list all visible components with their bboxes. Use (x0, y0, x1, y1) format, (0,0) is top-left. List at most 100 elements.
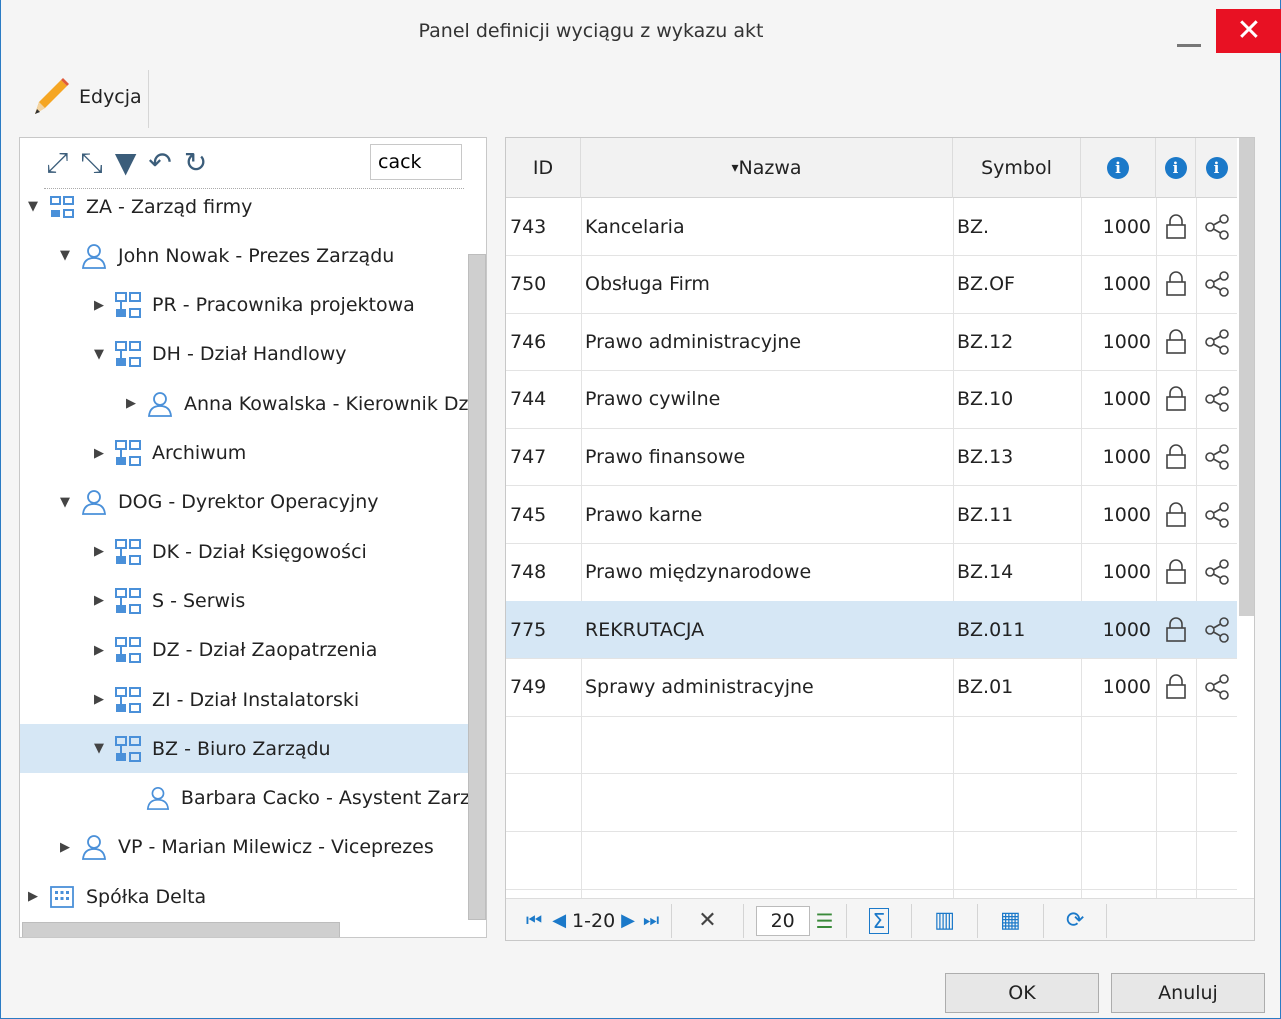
collapsed-arrow-icon[interactable]: ▶ (26, 889, 40, 904)
lock-icon[interactable] (1159, 198, 1193, 255)
lock-icon[interactable] (1159, 371, 1193, 428)
tree-search-input[interactable] (370, 144, 462, 180)
tree-node[interactable]: ▼ DH - Dział Handlowy (20, 330, 470, 379)
share-icon[interactable] (1198, 601, 1236, 658)
lock-icon[interactable] (1159, 601, 1193, 658)
collapsed-arrow-icon[interactable]: ▶ (124, 396, 138, 411)
tree-node[interactable]: ▶ Spółka Delta (20, 872, 470, 921)
lock-icon[interactable] (1159, 313, 1193, 370)
cell-value: 1000 (1102, 330, 1151, 353)
table-row[interactable]: 748 Prawo międzynarodowe BZ.14 1000 (506, 544, 1237, 602)
share-icon[interactable] (1198, 486, 1236, 543)
tree-node[interactable]: ▼ DOG - Dyrektor Operacyjny (20, 478, 470, 527)
grid-vertical-scrollbar[interactable] (1239, 138, 1254, 616)
org-unit-icon (114, 340, 142, 368)
rows-settings-icon[interactable]: ☰ (816, 909, 834, 933)
column-header-symbol[interactable]: Symbol (953, 138, 1081, 198)
lock-icon[interactable] (1159, 544, 1193, 601)
edit-button[interactable]: Edycja (27, 74, 142, 120)
calendar-icon[interactable]: ▦ (1000, 908, 1021, 933)
tree-node[interactable]: ▶ DZ - Dział Zaopatrzenia (20, 626, 470, 675)
tree-node[interactable]: ▼ ZA - Zarząd firmy (20, 182, 470, 231)
collapsed-arrow-icon[interactable]: ▶ (92, 298, 106, 313)
share-icon[interactable] (1198, 256, 1236, 313)
column-header-value[interactable]: i (1081, 138, 1156, 198)
window-title: Panel definicji wyciągu z wykazu akt (418, 20, 764, 42)
share-icon[interactable] (1198, 544, 1236, 601)
user-icon (145, 784, 171, 812)
column-header-id[interactable]: ID (506, 138, 581, 198)
table-row[interactable]: 745 Prawo karne BZ.11 1000 (506, 486, 1237, 544)
share-icon[interactable] (1198, 371, 1236, 428)
tree-horizontal-scrollbar[interactable] (22, 922, 340, 937)
cell-id: 750 (510, 273, 547, 296)
tree-node[interactable]: ▶ Anna Kowalska - Kierownik Dz (20, 379, 470, 428)
tree-node[interactable]: ▶ VP - Marian Milewicz - Viceprezes (20, 823, 470, 872)
column-id-label: ID (532, 157, 554, 179)
collapsed-arrow-icon[interactable]: ▶ (92, 643, 106, 658)
tree-node[interactable]: ▶ PR - Pracownika projektowa (20, 281, 470, 330)
tree-node[interactable]: ▼ BZ - Biuro Zarządu (20, 724, 470, 774)
collapsed-arrow-icon[interactable]: ▶ (92, 692, 106, 707)
tree-node[interactable]: ▶ Archiwum (20, 429, 470, 478)
lock-icon[interactable] (1159, 256, 1193, 313)
column-header-name[interactable]: ▾ Nazwa (581, 138, 953, 198)
collapsed-arrow-icon[interactable]: ▶ (92, 544, 106, 559)
tree-node[interactable]: ▼ John Nowak - Prezes Zarządu (20, 231, 470, 280)
sum-icon[interactable]: Σ (868, 907, 890, 934)
expand-all-icon[interactable]: ⤢ (46, 146, 68, 180)
reload-icon[interactable]: ⟳ (1066, 908, 1084, 933)
collapsed-arrow-icon[interactable]: ▶ (92, 446, 106, 461)
table-row[interactable]: 747 Prawo finansowe BZ.13 1000 (506, 428, 1237, 487)
first-page-icon[interactable]: ⏮ (526, 910, 542, 931)
share-icon[interactable] (1198, 428, 1236, 485)
ok-button[interactable]: OK (945, 973, 1099, 1013)
share-icon[interactable] (1198, 198, 1236, 255)
close-button[interactable]: ✕ (1216, 9, 1281, 53)
refresh-icon[interactable]: ↻ (184, 146, 207, 180)
lock-icon[interactable] (1159, 659, 1193, 716)
table-row[interactable]: 746 Prawo administracyjne BZ.12 1000 (506, 313, 1237, 372)
expanded-arrow-icon[interactable]: ▼ (58, 248, 72, 263)
collapsed-arrow-icon[interactable]: ▶ (58, 840, 72, 855)
table-row[interactable]: 750 Obsługa Firm BZ.OF 1000 (506, 256, 1237, 314)
table-row[interactable]: 743 Kancelaria BZ. 1000 (506, 198, 1237, 256)
share-icon[interactable] (1198, 313, 1236, 370)
expanded-arrow-icon[interactable]: ▼ (26, 199, 40, 214)
tree-node-label: DK - Dział Księgowości (152, 540, 367, 563)
tree-vertical-scrollbar[interactable] (468, 254, 486, 920)
next-page-icon[interactable]: ▶ (621, 910, 635, 931)
collapse-all-icon[interactable]: ⤡ (80, 146, 102, 180)
column-header-share[interactable]: i (1196, 138, 1237, 198)
tree-node[interactable]: ▶ DK - Dział Księgowości (20, 527, 470, 576)
user-icon (80, 833, 108, 861)
tree-node[interactable]: ▶ ZI - Dział Instalatorski (20, 675, 470, 724)
undo-icon[interactable]: ↶ (148, 146, 171, 180)
column-symbol-label: Symbol (981, 157, 1052, 179)
org-unit-icon (114, 636, 142, 664)
table-row[interactable]: 744 Prawo cywilne BZ.10 1000 (506, 371, 1237, 429)
collapsed-arrow-icon[interactable]: ▶ (92, 593, 106, 608)
column-header-lock[interactable]: i (1156, 138, 1196, 198)
lock-icon[interactable] (1159, 486, 1193, 543)
prev-page-icon[interactable]: ◀ (552, 910, 566, 931)
expanded-arrow-icon[interactable]: ▼ (92, 741, 106, 756)
expanded-arrow-icon[interactable]: ▼ (58, 495, 72, 510)
cell-id: 745 (510, 503, 547, 526)
table-row[interactable]: 749 Sprawy administracyjne BZ.01 1000 (506, 659, 1237, 717)
cell-value: 1000 (1102, 388, 1151, 411)
expanded-arrow-icon[interactable]: ▼ (92, 347, 106, 362)
filter-icon[interactable]: ▼ (115, 146, 137, 180)
last-page-icon[interactable]: ⏭ (643, 910, 659, 931)
minimize-button[interactable] (1177, 44, 1201, 47)
tools-icon[interactable]: ✕ (698, 908, 716, 933)
share-icon[interactable] (1198, 659, 1236, 716)
cancel-button[interactable]: Anuluj (1111, 973, 1265, 1013)
page-size-input[interactable]: 20 (755, 905, 810, 936)
tree-node[interactable]: Barbara Cacko - Asystent Zarz (20, 774, 470, 823)
columns-icon[interactable]: ▥ (934, 908, 955, 933)
tree-node[interactable]: ▶ S - Serwis (20, 576, 470, 625)
cell-symbol: BZ. (957, 215, 990, 238)
lock-icon[interactable] (1159, 428, 1193, 485)
table-row[interactable]: 775 REKRUTACJA BZ.011 1000 (506, 601, 1237, 660)
